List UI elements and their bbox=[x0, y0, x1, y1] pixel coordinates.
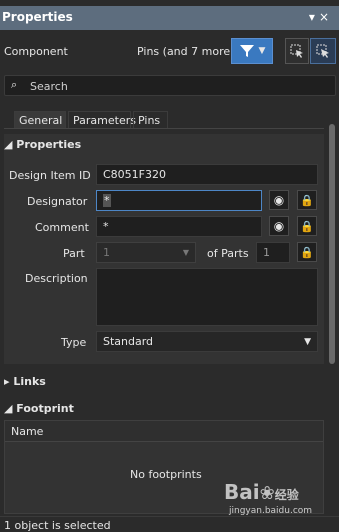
pin-icon[interactable]: ▾ bbox=[309, 10, 319, 24]
search-input[interactable]: Search bbox=[30, 80, 68, 93]
filter-button[interactable]: ▼ bbox=[231, 38, 273, 64]
search-icon: ⌕ bbox=[11, 78, 18, 91]
type-select[interactable]: Standard ▼ bbox=[96, 331, 318, 352]
comment-lock-button[interactable]: 🔒 bbox=[297, 216, 317, 236]
watermark-url: jingyan.baidu.com bbox=[229, 506, 313, 516]
comment-visibility-button[interactable]: ◉ bbox=[269, 216, 289, 236]
watermark-logo: Bai❀经验 bbox=[224, 480, 299, 504]
lock-icon: 🔒 bbox=[300, 245, 314, 259]
part-lock-button[interactable]: 🔒 bbox=[297, 242, 317, 262]
links-section-title: Links bbox=[13, 375, 46, 388]
filter-summary: Pins (and 7 more) bbox=[137, 45, 235, 58]
chevron-down-icon: ▼ bbox=[258, 46, 266, 56]
comment-field[interactable]: * bbox=[96, 216, 262, 237]
search-box[interactable]: ⌕ Search bbox=[4, 75, 336, 96]
part-select[interactable]: 1 ▼ bbox=[96, 242, 196, 263]
footprint-section-title: Footprint bbox=[16, 402, 74, 415]
status-text: 1 object is selected bbox=[4, 519, 111, 532]
close-icon[interactable]: × bbox=[319, 10, 333, 24]
paw-icon: ❀ bbox=[259, 483, 275, 504]
designator-value: * bbox=[103, 194, 111, 207]
component-label: Component bbox=[4, 45, 68, 58]
tab-general[interactable]: General bbox=[14, 111, 66, 128]
properties-section-title: Properties bbox=[16, 138, 82, 151]
footprint-table-header: Name bbox=[5, 421, 323, 442]
scrollbar-track[interactable] bbox=[328, 116, 336, 518]
select-mode-button[interactable] bbox=[285, 38, 309, 64]
select-mode-active-button[interactable] bbox=[310, 38, 336, 64]
cursor-select-icon bbox=[316, 44, 329, 58]
of-parts-field: 1 bbox=[256, 242, 290, 263]
chevron-down-icon: ▼ bbox=[304, 337, 311, 347]
panel-controls[interactable]: ▾× bbox=[309, 10, 333, 24]
description-label: Description bbox=[25, 272, 88, 285]
scrollbar-thumb[interactable] bbox=[329, 124, 335, 364]
filter-icon bbox=[239, 45, 254, 57]
panel-title-bar: Properties ▾× bbox=[0, 6, 339, 30]
type-value: Standard bbox=[103, 335, 154, 348]
eye-icon: ◉ bbox=[273, 219, 285, 233]
type-label: Type bbox=[61, 336, 87, 349]
properties-section-header[interactable]: ◢ Properties bbox=[4, 138, 81, 151]
description-field[interactable] bbox=[96, 268, 318, 326]
part-value: 1 bbox=[103, 246, 110, 259]
of-parts-label: of Parts bbox=[207, 247, 249, 260]
watermark-cn: 经验 bbox=[274, 488, 299, 502]
select-icon bbox=[290, 44, 303, 58]
links-section-header[interactable]: ▸ Links bbox=[4, 375, 46, 388]
tab-divider bbox=[4, 128, 324, 129]
watermark-brand: Bai bbox=[224, 480, 260, 504]
eye-icon: ◉ bbox=[273, 193, 285, 207]
designator-visibility-button[interactable]: ◉ bbox=[269, 190, 289, 210]
lock-icon: 🔒 bbox=[300, 193, 314, 207]
design-item-id-label: Design Item ID bbox=[9, 169, 91, 182]
lock-icon: 🔒 bbox=[300, 219, 314, 233]
footprint-empty-text: No footprints bbox=[130, 468, 202, 481]
status-bar: 1 object is selected bbox=[0, 516, 339, 532]
footprint-section-header[interactable]: ◢ Footprint bbox=[4, 402, 74, 415]
column-name[interactable]: Name bbox=[11, 425, 43, 438]
chevron-down-icon: ▼ bbox=[182, 248, 189, 257]
tab-parameters[interactable]: Parameters bbox=[68, 111, 136, 128]
design-item-id-field[interactable]: C8051F320 bbox=[96, 164, 318, 185]
tab-pins[interactable]: Pins bbox=[133, 111, 168, 128]
designator-field[interactable]: * bbox=[96, 190, 262, 211]
designator-lock-button[interactable]: 🔒 bbox=[297, 190, 317, 210]
part-label: Part bbox=[63, 247, 85, 260]
panel-title: Properties bbox=[2, 10, 73, 24]
designator-label: Designator bbox=[27, 195, 88, 208]
comment-label: Comment bbox=[35, 221, 89, 234]
